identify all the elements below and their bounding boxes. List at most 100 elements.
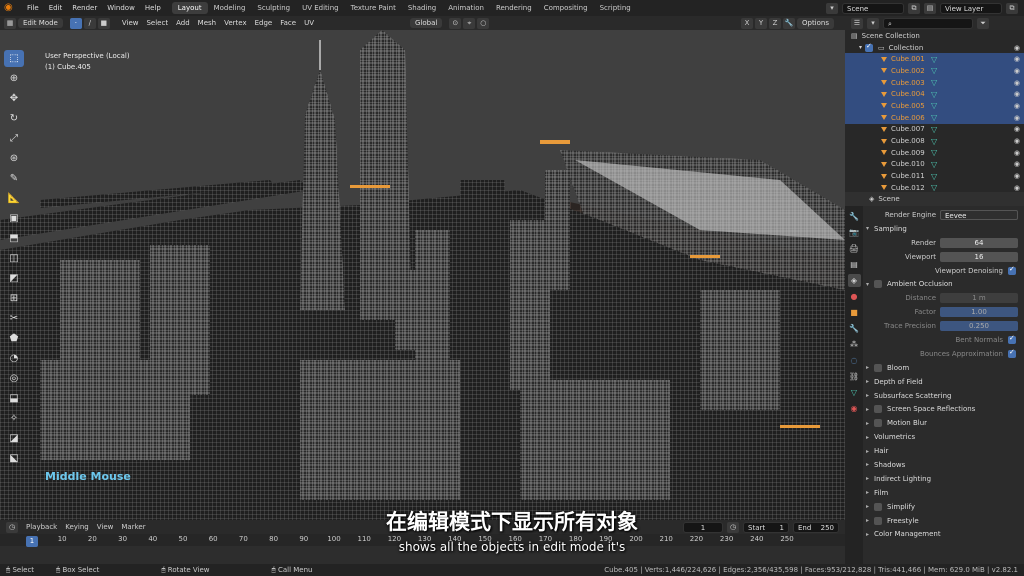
outliner-editor-icon[interactable]: ☰ xyxy=(851,17,863,29)
workspace-tab-rendering[interactable]: Rendering xyxy=(490,2,538,14)
blender-logo-icon[interactable]: ◉ xyxy=(4,2,16,14)
render-engine-dropdown[interactable]: Eevee xyxy=(940,209,1018,220)
viewport-menu-add[interactable]: Add xyxy=(172,19,194,27)
bounces-approximation-checkbox[interactable] xyxy=(1008,348,1016,358)
panel-subsurface-scattering[interactable]: ▸ Subsurface Scattering xyxy=(866,389,1022,403)
poly-build-icon[interactable]: ⬟ xyxy=(4,330,24,347)
panel-motion-blur[interactable]: ▸ Motion Blur xyxy=(866,416,1022,430)
panel-checkbox[interactable] xyxy=(874,516,882,525)
workspace-tab-animation[interactable]: Animation xyxy=(442,2,490,14)
mesh-data-icon[interactable]: ▽ xyxy=(931,101,937,110)
eye-icon[interactable]: ◉ xyxy=(1014,44,1020,52)
axis-y-icon[interactable]: Y xyxy=(754,17,767,29)
knife-icon[interactable]: ✂ xyxy=(4,310,24,327)
panel-indirect-lighting[interactable]: ▸ Indirect Lighting xyxy=(866,472,1022,486)
eye-icon[interactable]: ◉ xyxy=(1014,67,1020,75)
panel-checkbox[interactable] xyxy=(874,502,882,511)
data-tab-icon[interactable]: ▽ xyxy=(848,386,861,399)
add-cube-icon[interactable]: ▣ xyxy=(4,210,24,227)
wrench-icon[interactable]: 🔧 xyxy=(782,17,795,29)
panel-volumetrics[interactable]: ▸ Volumetrics xyxy=(866,430,1022,444)
view-layer-icon[interactable]: ▤ xyxy=(924,2,936,14)
display-mode-icon[interactable]: ▾ xyxy=(867,17,879,29)
pivot-icon[interactable]: ⊙ xyxy=(449,17,462,29)
physics-tab-icon[interactable]: ◌ xyxy=(848,354,861,367)
select-box-icon[interactable]: ⬚ xyxy=(4,50,24,67)
ambient-occlusion-checkbox[interactable] xyxy=(874,280,882,289)
move-icon[interactable]: ✥ xyxy=(4,90,24,107)
eye-icon[interactable]: ◉ xyxy=(1014,125,1020,133)
render-tab-icon[interactable]: 📷 xyxy=(848,226,861,239)
panel-screen-space-reflections[interactable]: ▸ Screen Space Reflections xyxy=(866,402,1022,416)
view-layer-field[interactable]: View Layer xyxy=(940,2,1002,14)
bevel-icon[interactable]: ◩ xyxy=(4,270,24,287)
3d-viewport[interactable]: ⬚ ⊕ ✥ ↻ ⤢ ⊛ ✎ 📐 ▣ ⬒ ◫ ◩ ⊞ ✂ ⬟ ◔ ◎ ⬓ ✧ ◪ … xyxy=(0,30,845,520)
distance-field[interactable]: 1 m xyxy=(940,293,1018,304)
outliner-item[interactable]: Cube.001 ▽ ◉ xyxy=(845,53,1024,66)
world-tab-icon[interactable]: ● xyxy=(848,290,861,303)
panel-shadows[interactable]: ▸ Shadows xyxy=(866,458,1022,472)
menu-file[interactable]: File xyxy=(22,4,44,12)
bent-normals-row[interactable]: Bent Normals xyxy=(866,333,1022,347)
collection-checkbox[interactable] xyxy=(865,42,874,52)
add-view-layer-icon[interactable]: ⧉ xyxy=(1006,2,1018,14)
outliner-item[interactable]: Cube.010 ▽ ◉ xyxy=(845,159,1024,171)
workspace-tab-layout[interactable]: Layout xyxy=(171,2,208,14)
axis-z-icon[interactable]: Z xyxy=(768,17,781,29)
transform-icon[interactable]: ⊛ xyxy=(4,150,24,167)
extrude-icon[interactable]: ⬒ xyxy=(4,230,24,247)
menu-help[interactable]: Help xyxy=(140,4,166,12)
viewport-menu-edge[interactable]: Edge xyxy=(251,19,277,27)
mesh-data-icon[interactable]: ▽ xyxy=(931,172,937,181)
scene-field[interactable]: Scene xyxy=(842,2,904,14)
tool-tab-icon[interactable]: 🔧 xyxy=(848,210,861,223)
collection-row[interactable]: ▾ ▭ Collection ◉ xyxy=(845,42,1024,54)
smooth-icon[interactable]: ◎ xyxy=(4,370,24,387)
panel-freestyle[interactable]: ▸ Freestyle xyxy=(866,514,1022,528)
bounces-approximation-row[interactable]: Bounces Approximation xyxy=(866,347,1022,361)
object-tab-icon[interactable]: ■ xyxy=(848,306,861,319)
eye-icon[interactable]: ◉ xyxy=(1014,172,1020,180)
outliner-item[interactable]: Cube.005 ▽ ◉ xyxy=(845,100,1024,112)
rip-region-icon[interactable]: ⬕ xyxy=(4,450,24,467)
scene-tab-icon[interactable]: ◈ xyxy=(847,274,861,287)
outliner-item[interactable]: Cube.008 ▽ ◉ xyxy=(845,135,1024,147)
viewport-samples-field[interactable]: 16 xyxy=(940,251,1018,262)
panel-checkbox[interactable] xyxy=(874,405,882,414)
panel-checkbox[interactable] xyxy=(874,363,882,372)
eye-icon[interactable]: ◉ xyxy=(1014,137,1020,145)
snap-icon[interactable]: ⌖ xyxy=(463,17,476,29)
eye-icon[interactable]: ◉ xyxy=(1014,90,1020,98)
outliner-item[interactable]: Cube.006 ▽ ◉ xyxy=(845,111,1024,124)
constraints-tab-icon[interactable]: ⛓ xyxy=(848,370,861,383)
filter-icon[interactable]: ⏷ xyxy=(977,17,989,29)
options-dropdown[interactable]: Options xyxy=(796,17,834,29)
workspace-tab-texture-paint[interactable]: Texture Paint xyxy=(345,2,402,14)
viewport-menu-vertex[interactable]: Vertex xyxy=(220,19,251,27)
viewport-menu-select[interactable]: Select xyxy=(142,19,172,27)
bent-normals-checkbox[interactable] xyxy=(1008,334,1016,344)
shrink-fatten-icon[interactable]: ✧ xyxy=(4,410,24,427)
workspace-tab-modeling[interactable]: Modeling xyxy=(208,2,252,14)
workspace-tab-shading[interactable]: Shading xyxy=(402,2,442,14)
outliner-item[interactable]: Cube.009 ▽ ◉ xyxy=(845,147,1024,159)
eye-icon[interactable]: ◉ xyxy=(1014,114,1020,122)
eye-icon[interactable]: ◉ xyxy=(1014,149,1020,157)
scale-icon[interactable]: ⤢ xyxy=(4,130,24,147)
viewport-menu-face[interactable]: Face xyxy=(276,19,300,27)
panel-bloom[interactable]: ▸ Bloom xyxy=(866,361,1022,375)
mesh-data-icon[interactable]: ▽ xyxy=(931,137,937,146)
workspace-tab-compositing[interactable]: Compositing xyxy=(538,2,594,14)
edge-select-icon[interactable]: / xyxy=(83,17,96,29)
mesh-data-icon[interactable]: ▽ xyxy=(931,66,937,75)
trace-precision-field[interactable]: 0.250 xyxy=(940,321,1018,332)
scene-browse-icon[interactable]: ▾ xyxy=(826,2,838,14)
factor-field[interactable]: 1.00 xyxy=(940,307,1018,318)
orientation-dropdown[interactable]: Global xyxy=(410,18,443,28)
spin-icon[interactable]: ◔ xyxy=(4,350,24,367)
viewport-menu-mesh[interactable]: Mesh xyxy=(194,19,220,27)
new-scene-icon[interactable]: ⧉ xyxy=(908,2,920,14)
menu-render[interactable]: Render xyxy=(67,4,102,12)
particles-tab-icon[interactable]: ⁂ xyxy=(848,338,861,351)
loop-cut-icon[interactable]: ⊞ xyxy=(4,290,24,307)
